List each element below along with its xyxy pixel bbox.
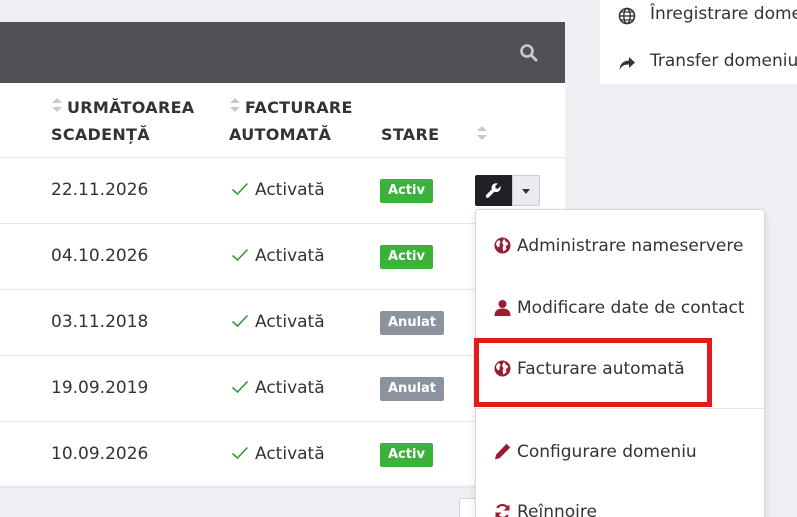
autobill-cell: Activată xyxy=(231,356,325,421)
globe-icon xyxy=(618,7,636,25)
caret-down-icon xyxy=(522,189,530,194)
next-due-date: 19.09.2019 xyxy=(51,378,149,398)
check-icon xyxy=(231,314,249,328)
column-header-next-due[interactable]: URMĂTOAREA SCADENȚĂ xyxy=(51,94,194,148)
status-badge: Activ xyxy=(380,443,433,467)
check-icon xyxy=(231,248,249,262)
sort-icon xyxy=(230,98,240,112)
sort-icon[interactable] xyxy=(476,126,488,140)
menu-item-label: Reînnoire xyxy=(517,502,597,517)
refresh-icon xyxy=(495,503,510,517)
search-icon[interactable] xyxy=(519,43,539,63)
column-header-status[interactable]: STARE xyxy=(381,121,439,148)
autobill-cell: Activată xyxy=(231,158,325,223)
status-badge: Activ xyxy=(380,245,433,269)
sidebar-item-label: Înregistrare domeniu xyxy=(650,4,797,24)
menu-item-label: Modificare date de contact xyxy=(517,298,745,318)
check-icon xyxy=(231,182,249,196)
wrench-icon xyxy=(485,183,501,198)
share-arrow-icon xyxy=(619,57,635,70)
sort-icon xyxy=(52,98,62,112)
actions-dropdown-toggle[interactable] xyxy=(512,175,540,206)
menu-divider xyxy=(476,408,764,409)
pencil-icon xyxy=(495,443,511,460)
highlight-box xyxy=(474,338,712,407)
column-header-autobill[interactable]: FACTURARE AUTOMATĂ xyxy=(229,94,353,148)
user-icon xyxy=(494,300,511,316)
autobill-cell: Activată xyxy=(231,290,325,355)
status-badge: Anulat xyxy=(380,377,445,401)
status-badge: Anulat xyxy=(380,311,445,335)
next-due-date: 04.10.2026 xyxy=(51,246,149,266)
autobill-cell: Activată xyxy=(231,422,325,487)
sidebar-actions: Înregistrare domeniu Transfer domeniu xyxy=(600,0,797,84)
check-icon xyxy=(231,446,249,460)
menu-item-label: Administrare nameservere xyxy=(517,236,744,256)
autobill-cell: Activată xyxy=(231,224,325,289)
next-due-date: 10.09.2026 xyxy=(51,444,149,464)
globe-icon xyxy=(494,237,511,254)
check-icon xyxy=(231,380,249,394)
manage-domain-button[interactable] xyxy=(475,175,512,206)
menu-item-label: Configurare domeniu xyxy=(517,442,697,462)
sidebar-item-label: Transfer domeniu xyxy=(650,51,797,71)
table-toolbar xyxy=(0,22,565,83)
next-due-date: 22.11.2026 xyxy=(51,180,149,200)
table-header: URMĂTOAREA SCADENȚĂ FACTURARE AUTOMATĂ S… xyxy=(0,83,565,158)
next-due-date: 03.11.2018 xyxy=(51,312,149,332)
status-badge: Activ xyxy=(380,179,433,203)
